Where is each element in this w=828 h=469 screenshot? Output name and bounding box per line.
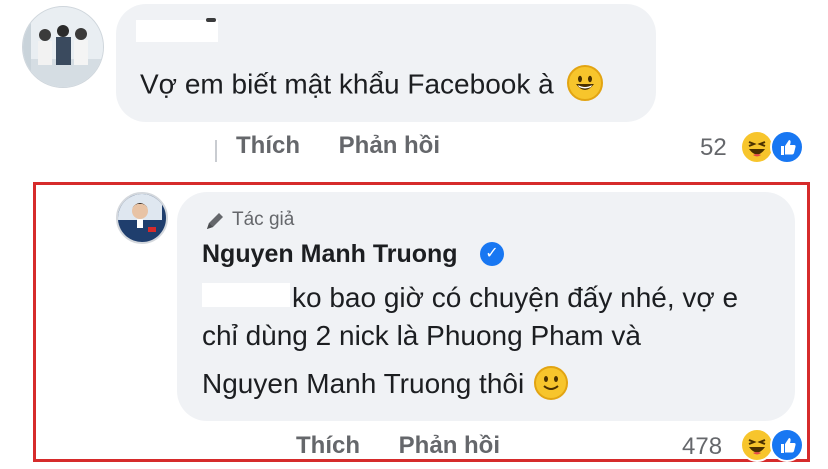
reaction-count[interactable]: 52: [700, 134, 727, 162]
reply-text-line-1: ko bao giờ có chuyện đấy nhé, vợ e: [202, 282, 738, 314]
author-badge-label: Tác giả: [232, 209, 295, 230]
reply-reply-button[interactable]: Phản hồi: [399, 432, 500, 459]
thread-connector: [215, 140, 217, 162]
reply-text-line-2: chỉ dùng 2 nick là Phuong Pham và: [202, 320, 641, 351]
reply-text-line-3-body: Nguyen Manh Truong thôi: [202, 368, 525, 399]
reply-action-stub: [200, 442, 260, 456]
pen-icon: [203, 209, 227, 233]
reply-reaction-count[interactable]: 478: [682, 433, 722, 461]
author-name[interactable]: Nguyen Manh Truong: [202, 240, 458, 269]
haha-icon[interactable]: [740, 130, 774, 164]
like-button[interactable]: Thích: [236, 132, 300, 159]
slightly-smiling-face-icon: [534, 365, 568, 400]
redacted-commenter-name: [136, 20, 218, 42]
haha-icon[interactable]: [740, 428, 774, 462]
comment-text-body: Vợ em biết mật khẩu Facebook à: [140, 68, 554, 100]
reply-like-button[interactable]: Thích: [296, 432, 360, 459]
reply-button[interactable]: Phản hồi: [339, 132, 440, 159]
reply-actions: Thích Phản hồi: [296, 432, 532, 460]
commenter-photo: [23, 7, 103, 87]
author-photo: [118, 194, 162, 238]
like-icon[interactable]: [770, 428, 804, 462]
author-avatar[interactable]: [116, 192, 168, 244]
reply-text-line-1-body: ko bao giờ có chuyện đấy nhé, vợ e: [292, 282, 739, 313]
comment-text: Vợ em biết mật khẩu Facebook à: [140, 65, 604, 104]
redacted-name-fragment: [206, 18, 216, 22]
grinning-face-icon: [567, 65, 604, 101]
reply-text-line-3: Nguyen Manh Truong thôi: [202, 365, 568, 403]
like-icon[interactable]: [770, 130, 804, 164]
comment-actions: Thích Phản hồi: [236, 132, 472, 160]
commenter-avatar[interactable]: [22, 6, 104, 88]
verified-badge-icon: ✓: [480, 242, 504, 266]
